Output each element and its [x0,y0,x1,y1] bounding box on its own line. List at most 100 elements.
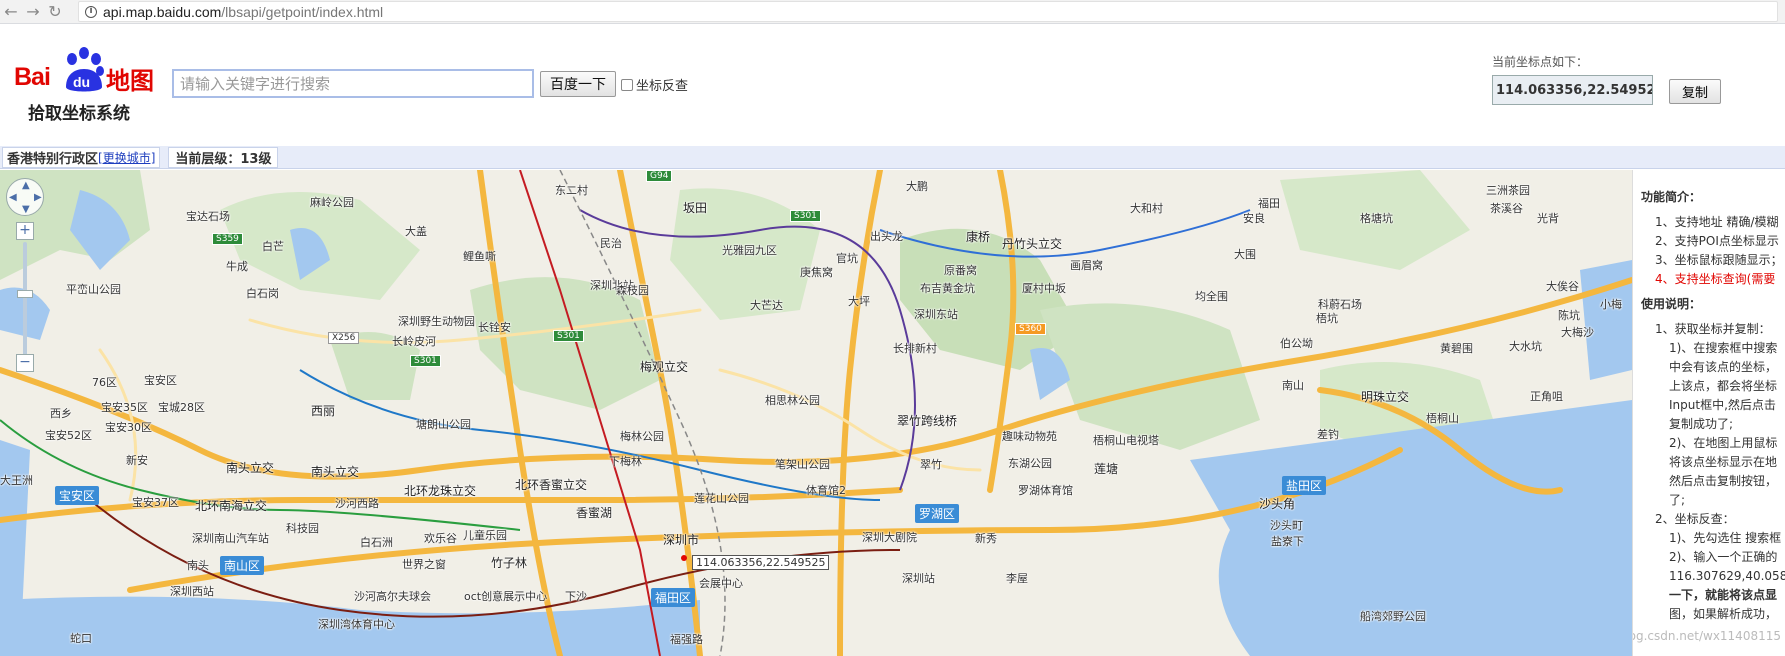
map-label: 深圳西站 [170,585,214,598]
search-button[interactable]: 百度一下 [540,71,616,97]
forward-arrow-icon[interactable]: → [22,1,44,23]
change-city-link[interactable]: [更换城市] [98,149,155,166]
district-badge[interactable]: 福田区 [651,588,696,607]
map-label: 三洲茶园 [1486,184,1530,197]
usage-line: 1、获取坐标并复制： [1655,322,1771,336]
map-label: 白芒 [262,240,284,253]
copy-button[interactable]: 复制 [1669,79,1721,104]
usage-line: 中会有该点的坐标， [1669,360,1778,374]
map-label: 船湾郊野公园 [1360,610,1426,623]
zoom-out-icon[interactable]: − [16,354,34,372]
map-label: 北环香蜜立交 [515,478,588,492]
map-label: 大王洲 [0,474,33,487]
pan-left-icon[interactable]: ◀ [9,192,17,203]
district-badge[interactable]: 罗湖区 [915,504,960,523]
map-label: 新安 [126,454,148,467]
zoom-slider-thumb[interactable] [17,290,33,298]
reload-icon[interactable]: ↻ [44,1,66,23]
map-label: 大梅沙 [1561,326,1594,339]
map-label: 竹子林 [491,556,528,570]
map-label: 丹竹头立交 [1002,237,1063,251]
map-label: 翠竹跨线桥 [897,414,958,428]
map-label: 康桥 [966,230,991,244]
map-label: 梅林公园 [620,430,664,443]
search-input[interactable] [172,69,534,98]
pan-up-icon[interactable]: ▲ [22,180,30,191]
city-name: 香港特别行政区 [7,151,99,167]
map-label: 翠竹 [920,458,942,471]
map-label: 光雅园九区 [722,244,777,257]
district-badge[interactable]: 宝安区 [55,486,100,505]
map-navigation-control[interactable]: ▲ ▼ ◀ ▶ + − [6,178,46,378]
usage-line: 上该点，都会将坐标 [1669,379,1778,393]
map-label: 会展中心 [699,577,743,590]
help-panel: 功能简介： 1、支持地址 精确/模糊 2、支持POI点坐标显示 3、坐标鼠标跟随… [1632,170,1785,656]
map-label: 平峦山公园 [66,283,121,296]
map-label: 东湖公园 [1008,457,1052,470]
info-icon[interactable]: i [85,5,97,18]
map-label: 塘朗山公园 [416,418,471,431]
road-tag: S301 [553,330,584,342]
map-label: 深圳湾体育中心 [318,618,395,631]
zoom-in-icon[interactable]: + [16,222,34,240]
road-tag: S301 [410,355,441,367]
map-label: 下梅林 [609,455,642,468]
map-label: 黄碧围 [1440,342,1473,355]
intro-list: 1、支持地址 精确/模糊 2、支持POI点坐标显示 3、坐标鼠标跟随显示； 4、… [1641,213,1785,289]
map-label: 宝安37区 [132,496,179,509]
map-label: 均全围 [1195,290,1228,303]
map-label: 大俟谷 [1546,280,1579,293]
usage-line: 然后点击复制按钮， [1669,474,1778,488]
map-label: 安良 [1243,212,1265,225]
map-label: 梧桐山电视塔 [1093,434,1159,447]
coord-output-field[interactable] [1492,75,1653,105]
address-bar[interactable]: i api.map.baidu.com/lbsapi/getpoint/inde… [78,1,1778,22]
usage-line: 了; [1669,493,1686,507]
zoom-level-indicator: 当前层级：13级 [168,146,279,168]
map-label: 西乡 [50,407,72,420]
district-badge[interactable]: 盐田区 [1282,476,1327,495]
map-label: 森枝园 [616,284,649,297]
map-label: 厦村中坂 [1022,282,1066,295]
pan-right-icon[interactable]: ▶ [34,192,42,203]
map-label: 沙头町 [1270,519,1303,532]
logo-text-map: 地图 [106,67,154,95]
map-label: 梧坑 [1316,312,1338,325]
back-arrow-icon[interactable]: ← [0,1,22,23]
reverse-lookup-checkbox[interactable] [621,78,633,91]
map-label: 欢乐谷 [424,532,457,545]
logo-text-bai: Bai [14,63,51,91]
road-tag: G94 [646,170,673,182]
map-label: 明珠立交 [1361,390,1410,404]
map-label: oct创意展示中心 [464,590,548,603]
baidu-map-logo[interactable]: Bai du 地图 拾取坐标系统 [14,47,164,127]
map-label: 大坪 [848,295,870,308]
baidu-paw-icon: du [66,47,104,92]
usage-title: 使用说明： [1641,297,1702,311]
map-label: 南头 [187,559,209,572]
map-label: 大盖 [405,225,427,238]
intro-item: 4、支持坐标查询(需要 [1655,272,1776,286]
usage-line: 2、坐标反查： [1655,512,1735,526]
pan-control[interactable]: ▲ ▼ ◀ ▶ [6,178,44,216]
coord-title: 当前坐标点如下： [1492,55,1589,69]
map-label: 正角咀 [1530,390,1563,403]
map-label: 梧桐山 [1426,412,1459,425]
coordinate-popup: 114.063356,22.549525 [692,555,830,570]
map-label: 笔架山公园 [775,458,830,471]
intro-title: 功能简介： [1641,190,1702,204]
map-label: 小梅 [1600,298,1622,311]
map-canvas[interactable]: ▲ ▼ ◀ ▶ + − G94 S301 S359 S301 S301 X256… [0,170,1632,656]
reverse-lookup-toggle[interactable]: 坐标反查 [621,75,688,94]
map-label: 深圳站 [902,572,935,585]
road-tag: S360 [1015,323,1046,335]
pan-down-icon[interactable]: ▼ [22,204,30,215]
map-label: 宝安30区 [105,421,152,434]
zoom-slider-track[interactable] [23,242,27,362]
map-label: 庚焦窝 [800,266,833,279]
map-label: 宝达石场 [186,210,230,223]
map-label: 南头立交 [226,461,275,475]
usage-line: 复制成功了; [1669,417,1734,431]
map-label: 体育馆2 [806,484,846,497]
district-badge[interactable]: 南山区 [220,556,265,575]
